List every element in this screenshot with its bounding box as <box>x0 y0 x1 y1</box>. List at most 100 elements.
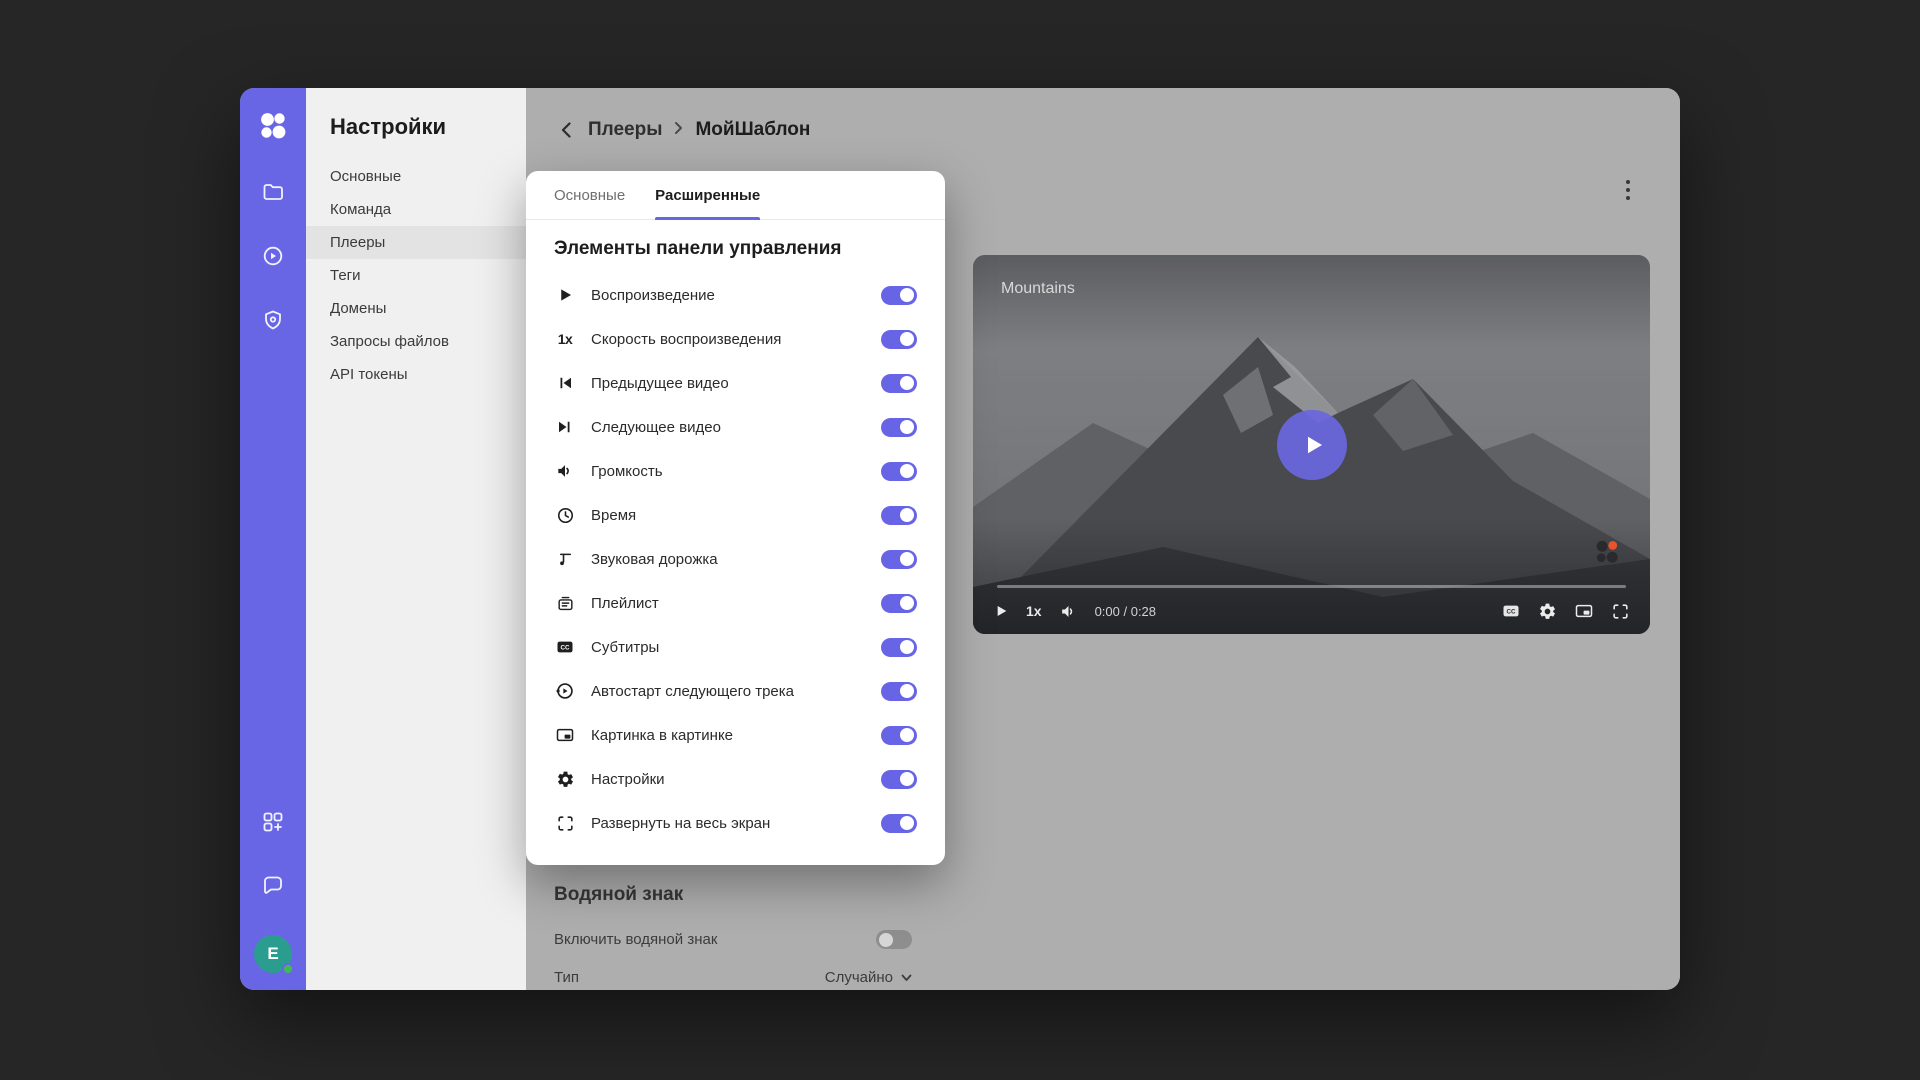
control-row-previous: Предыдущее видео <box>554 361 917 405</box>
settings-nav-list: Основные Команда Плееры Теги Домены Запр… <box>306 160 526 391</box>
avatar-letter: E <box>267 944 278 964</box>
chevron-down-icon <box>901 974 912 982</box>
play-circle-icon[interactable] <box>260 243 286 269</box>
control-label: Настройки <box>591 771 866 788</box>
play-toggle[interactable] <box>881 286 917 305</box>
control-row-play: Воспроизведение <box>554 273 917 317</box>
control-row-autostart: Автостарт следующего трека <box>554 669 917 713</box>
previous-icon <box>554 372 576 394</box>
watermark-enable-toggle[interactable] <box>876 930 912 949</box>
tab-rasshirennye[interactable]: Расширенные <box>655 171 760 219</box>
settings-icon <box>554 768 576 790</box>
control-label: Субтитры <box>591 639 866 656</box>
control-row-time: Время <box>554 493 917 537</box>
player-volume-icon[interactable] <box>1059 602 1078 621</box>
nav-item-pleery[interactable]: Плееры <box>306 226 526 259</box>
chat-icon[interactable] <box>260 872 286 898</box>
nav-item-osnovnye[interactable]: Основные <box>306 160 526 193</box>
player-speed-button[interactable]: 1x <box>1026 603 1042 619</box>
control-label: Автостарт следующего трека <box>591 683 866 700</box>
nav-item-tegi[interactable]: Теги <box>306 259 526 292</box>
video-title: Mountains <box>1001 280 1075 298</box>
tab-osnovnye[interactable]: Основные <box>554 171 625 219</box>
autostart-toggle[interactable] <box>881 682 917 701</box>
svg-text:CC: CC <box>560 644 570 651</box>
control-row-volume: Громкость <box>554 449 917 493</box>
breadcrumb-current: МойШаблон <box>695 119 810 141</box>
time-icon <box>554 504 576 526</box>
control-row-audio-track: Звуковая дорожка <box>554 537 917 581</box>
subtitles-toggle[interactable] <box>881 638 917 657</box>
icon-sidebar: E <box>240 88 306 990</box>
next-toggle[interactable] <box>881 418 917 437</box>
modal-heading: Элементы панели управления <box>554 238 917 260</box>
player-subtitles-icon[interactable]: CC <box>1501 601 1521 621</box>
watermark-type-select[interactable]: Случайно <box>825 969 912 986</box>
kinescope-logo-icon <box>256 109 290 148</box>
playlist-icon <box>554 592 576 614</box>
svg-text:CC: CC <box>1506 608 1516 615</box>
online-status-dot <box>282 963 294 975</box>
breadcrumb-separator-icon <box>674 121 683 140</box>
player-fullscreen-icon[interactable] <box>1611 602 1630 621</box>
watermark-type-value: Случайно <box>825 969 893 986</box>
kinescope-watermark-logo <box>1592 537 1622 572</box>
apps-grid-icon[interactable] <box>260 809 286 835</box>
nav-item-domeny[interactable]: Домены <box>306 292 526 325</box>
control-label: Следующее видео <box>591 419 866 436</box>
modal-tabs: Основные Расширенные <box>526 171 945 220</box>
audio-track-toggle[interactable] <box>881 550 917 569</box>
control-label: Время <box>591 507 866 524</box>
play-icon <box>554 284 576 306</box>
settings-nav-panel: Настройки Основные Команда Плееры Теги Д… <box>306 88 526 990</box>
player-settings-icon[interactable] <box>1538 602 1557 621</box>
playlist-toggle[interactable] <box>881 594 917 613</box>
folder-icon[interactable] <box>260 179 286 205</box>
video-player-preview: Mountains 1x <box>973 255 1650 634</box>
fullscreen-icon <box>554 812 576 834</box>
control-row-next: Следующее видео <box>554 405 917 449</box>
big-play-button[interactable] <box>1277 410 1347 480</box>
user-avatar[interactable]: E <box>254 935 292 973</box>
nav-item-komanda[interactable]: Команда <box>306 193 526 226</box>
volume-toggle[interactable] <box>881 462 917 481</box>
control-label: Скорость воспроизведения <box>591 331 866 348</box>
control-row-playlist: Плейлист <box>554 581 917 625</box>
nav-item-zaprosy-failov[interactable]: Запросы файлов <box>306 325 526 358</box>
watermark-heading: Водяной знак <box>554 884 912 906</box>
settings-toggle[interactable] <box>881 770 917 789</box>
control-row-settings: Настройки <box>554 757 917 801</box>
player-top-shade <box>973 255 1650 350</box>
fullscreen-toggle[interactable] <box>881 814 917 833</box>
breadcrumb-parent[interactable]: Плееры <box>588 119 662 141</box>
autostart-icon <box>554 680 576 702</box>
watermark-type-label: Тип <box>554 969 579 986</box>
player-pip-icon[interactable] <box>1574 601 1594 621</box>
player-play-icon[interactable] <box>993 603 1009 619</box>
settings-title: Настройки <box>306 88 526 140</box>
next-icon <box>554 416 576 438</box>
watermark-section: Водяной знак Включить водяной знак Тип С… <box>554 884 912 986</box>
control-row-subtitles: CC Субтитры <box>554 625 917 669</box>
player-time-display: 0:00 / 0:28 <box>1095 604 1156 619</box>
pip-icon <box>554 724 576 746</box>
control-row-fullscreen: Развернуть на весь экран <box>554 801 917 845</box>
previous-toggle[interactable] <box>881 374 917 393</box>
control-label: Предыдущее видео <box>591 375 866 392</box>
back-chevron-icon[interactable] <box>556 120 576 140</box>
time-toggle[interactable] <box>881 506 917 525</box>
control-label: Плейлист <box>591 595 866 612</box>
control-label: Громкость <box>591 463 866 480</box>
player-controls-bar: 1x 0:00 / 0:28 CC <box>973 588 1650 634</box>
breadcrumb: Плееры МойШаблон <box>556 115 810 145</box>
watermark-enable-label: Включить водяной знак <box>554 931 717 948</box>
speed-toggle[interactable] <box>881 330 917 349</box>
nav-item-api-tokeny[interactable]: API токены <box>306 358 526 391</box>
shield-icon[interactable] <box>260 307 286 333</box>
more-options-button[interactable] <box>1616 178 1640 202</box>
pip-toggle[interactable] <box>881 726 917 745</box>
control-row-speed: 1x Скорость воспроизведения <box>554 317 917 361</box>
speed-icon: 1x <box>554 328 576 350</box>
control-label: Картинка в картинке <box>591 727 866 744</box>
control-label: Звуковая дорожка <box>591 551 866 568</box>
